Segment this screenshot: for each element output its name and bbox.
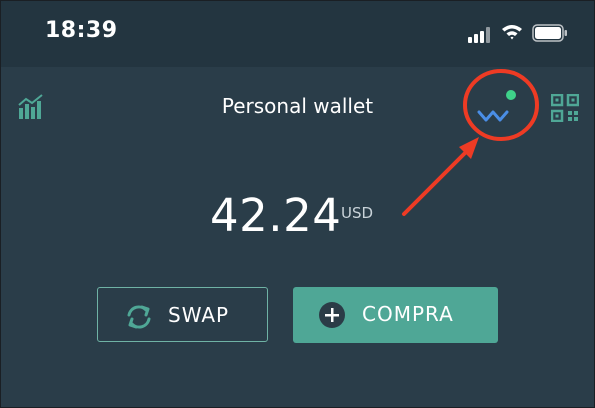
plus-circle-icon <box>319 302 345 328</box>
battery-icon <box>532 24 567 42</box>
qr-code-icon[interactable] <box>551 94 579 122</box>
annotation-arrowhead <box>459 137 479 159</box>
cellular-signal-icon <box>468 25 492 43</box>
balance-amount: 42.24 <box>210 189 342 242</box>
buy-button[interactable]: COMPRA <box>293 287 498 343</box>
status-time: 18:39 <box>45 18 118 43</box>
swap-arrows-icon <box>127 305 151 329</box>
status-bar: 18:39 <box>1 1 594 67</box>
walletconnect-icon <box>477 90 516 122</box>
wifi-icon <box>502 25 522 40</box>
buy-label: COMPRA <box>362 302 454 326</box>
wallet-screen: 18:39 Personal wallet 42.24 USD SWAP COM… <box>0 0 595 408</box>
swap-button[interactable]: SWAP <box>97 287 268 342</box>
connection-status-dot <box>506 90 516 100</box>
balance-currency: USD <box>341 204 374 222</box>
annotation-arrow <box>402 147 471 216</box>
walletconnect-button[interactable] <box>477 90 525 128</box>
swap-label: SWAP <box>168 303 230 327</box>
